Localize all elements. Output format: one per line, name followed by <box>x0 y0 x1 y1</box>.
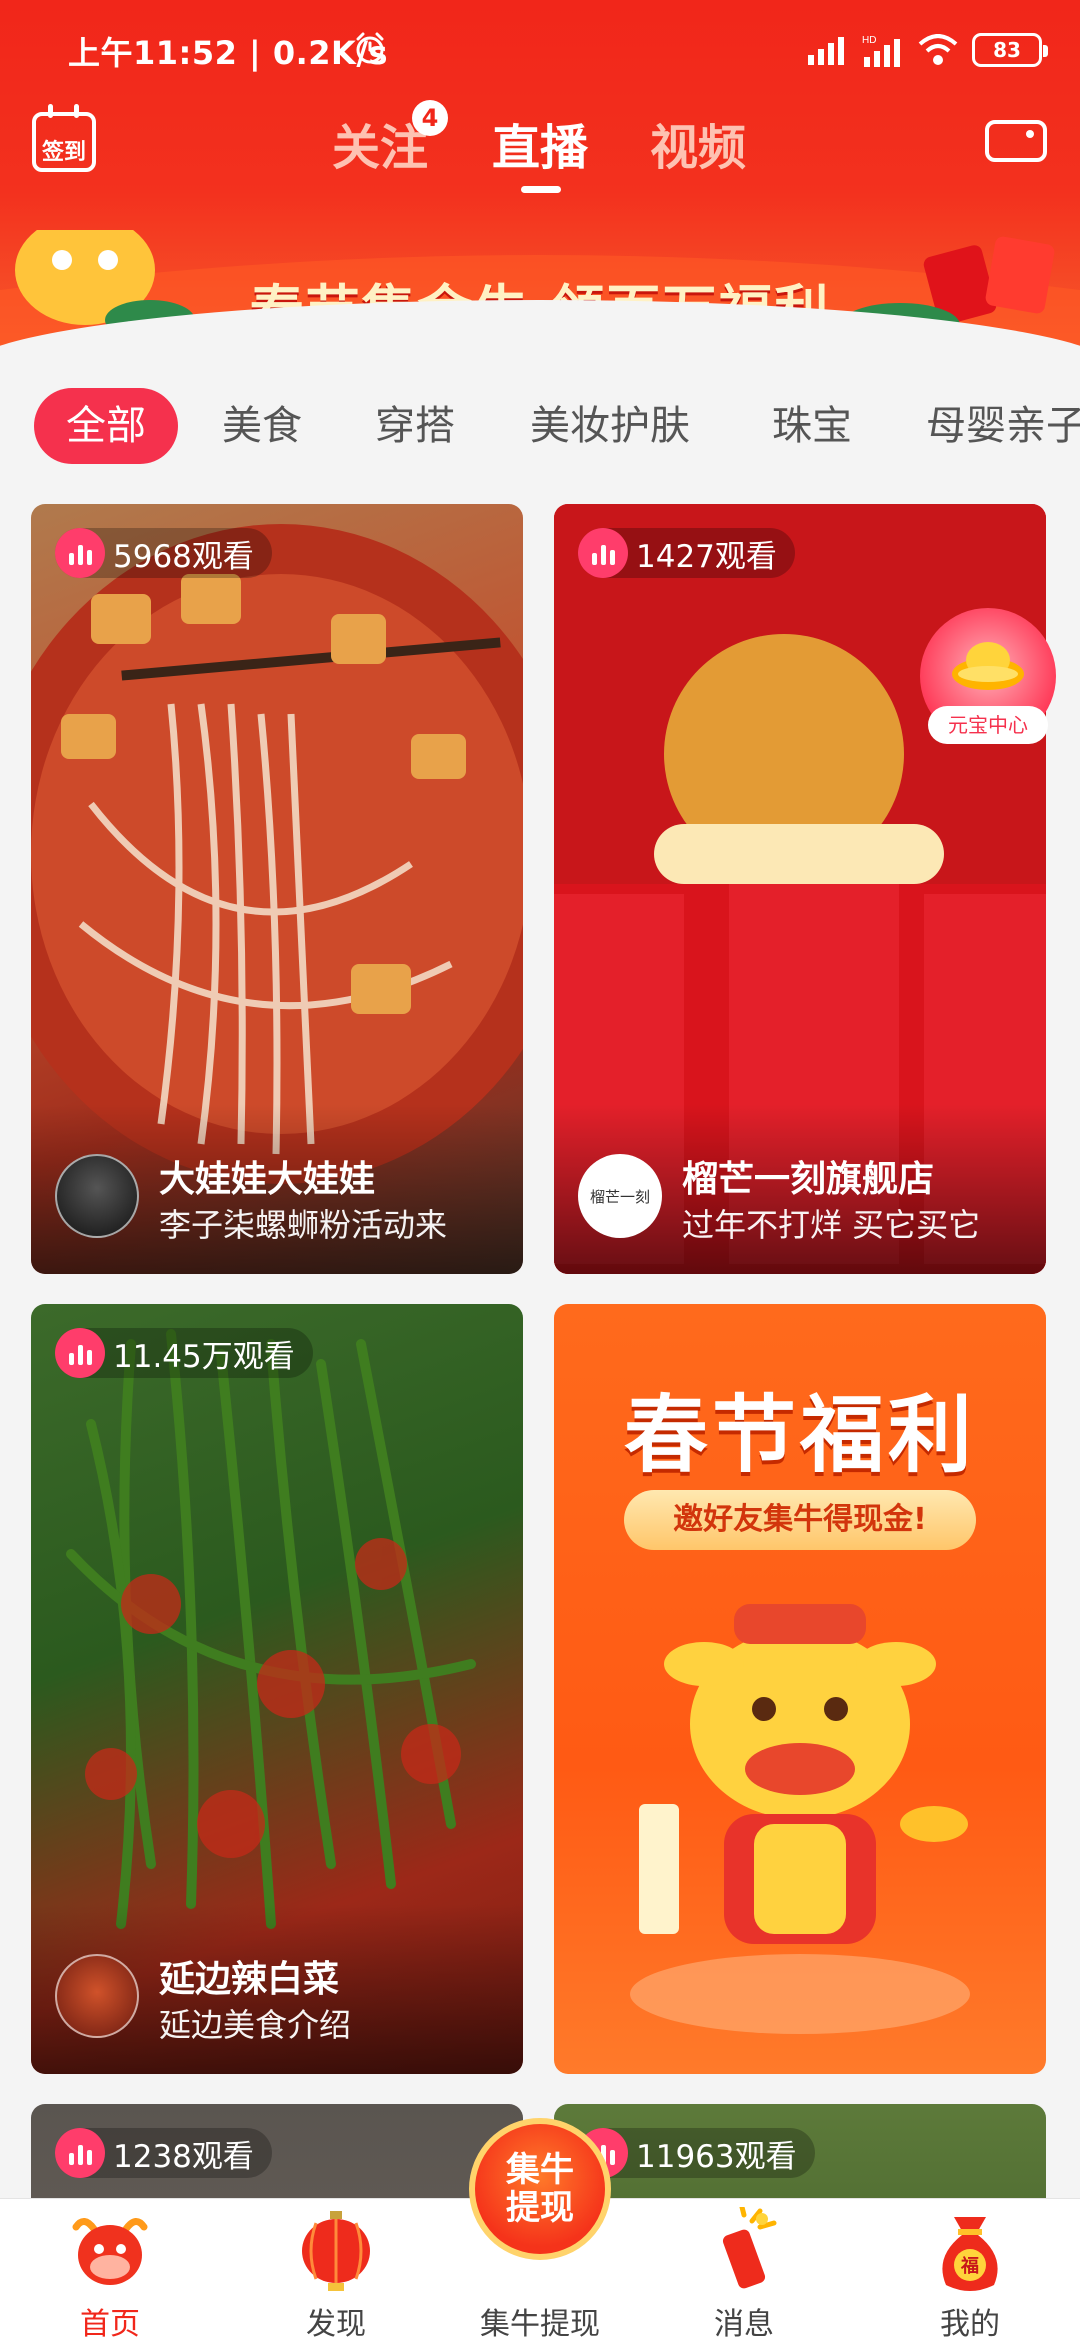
viewer-count: 1238观看 <box>55 2128 272 2178</box>
category-jewelry[interactable]: 珠宝 <box>772 388 852 464</box>
ox-head-icon <box>72 2218 148 2285</box>
live-card[interactable]: 5968观看 大娃娃大娃娃 李子柒螺蛳粉活动来 <box>31 504 523 1274</box>
streamer-name: 大娃娃大娃娃 <box>159 1159 376 1200</box>
live-icon <box>578 528 628 578</box>
viewer-count: 1427观看 <box>578 528 795 578</box>
stream-subtitle: 延边美食介绍 <box>159 2006 352 2044</box>
lantern-icon <box>302 2211 370 2291</box>
live-icon <box>55 2128 105 2178</box>
nav-discover-label: 发现 <box>306 2307 366 2340</box>
viewer-count-text: 11963观看 <box>636 2138 797 2175</box>
promo-title: 春节福利 <box>623 1386 976 1484</box>
category-beauty[interactable]: 美妆护肤 <box>530 388 690 464</box>
avatar[interactable] <box>55 1154 139 1238</box>
promo-ribbon: 邀好友集牛得现金! <box>624 1490 976 1550</box>
tab-video[interactable]: 视频 <box>650 108 746 178</box>
fortune-bag-icon: 福 <box>942 2217 998 2291</box>
stream-subtitle: 李子柒螺蛳粉活动来 <box>159 1206 448 1244</box>
gold-ingot-icon <box>952 642 1024 690</box>
live-icon <box>55 528 105 578</box>
category-mom-baby[interactable]: 母婴亲子 <box>926 388 1080 464</box>
viewer-count: 11963观看 <box>578 2128 815 2178</box>
follow-badge: 4 <box>412 100 448 136</box>
avatar[interactable]: 榴芒一刻 <box>578 1154 662 1238</box>
viewer-count-text: 5968观看 <box>113 538 254 575</box>
signal-icon <box>808 37 844 65</box>
signal-hd-icon: HD <box>862 35 900 67</box>
video-camera-icon[interactable] <box>984 116 1048 164</box>
firecracker-icon <box>722 2207 777 2289</box>
stream-subtitle: 过年不打烊 买它买它 <box>682 1206 981 1244</box>
network-type-label: HD <box>862 35 876 46</box>
category-food[interactable]: 美食 <box>222 388 302 464</box>
nav-profile-label: 我的 <box>940 2307 1000 2340</box>
active-tab-indicator <box>521 186 561 193</box>
banner-title[interactable]: 春节集金牛 领百万福利 <box>0 266 1080 345</box>
viewer-count: 5968观看 <box>55 528 272 578</box>
nav-home-label: 首页 <box>80 2307 140 2340</box>
avatar-label: 榴芒一刻 <box>589 1187 650 1206</box>
status-icons: HD 83 <box>806 30 1048 70</box>
battery-level: 83 <box>993 38 1021 62</box>
category-all[interactable]: 全部 <box>34 388 178 464</box>
yuanbao-center-label[interactable]: 元宝中心 <box>928 706 1048 744</box>
viewer-count-text: 1427观看 <box>636 538 777 575</box>
category-tabs: 全部 美食 穿搭 美妆护肤 珠宝 母婴亲子 <box>0 388 1080 468</box>
battery-indicator: 83 <box>972 33 1048 67</box>
streamer-name: 榴芒一刻旗舰店 <box>682 1159 935 1200</box>
collect-ox-withdraw-button[interactable]: 集牛 提现 <box>469 2118 611 2260</box>
live-icon <box>55 1328 105 1378</box>
viewer-count-text: 1238观看 <box>113 2138 254 2175</box>
nav-collect-ox-label: 集牛提现 <box>480 2307 600 2340</box>
streamer-name: 延边辣白菜 <box>159 1959 340 2000</box>
top-tabs: 关注 直播 视频 <box>0 108 1080 178</box>
svg-text:福: 福 <box>960 2255 979 2277</box>
header: 上午11:52 | 0.2K/s HD 83 签到 关注 直播 视频 4 春节集… <box>0 0 1080 350</box>
status-time-speed: 上午11:52 | 0.2K/s <box>68 34 389 72</box>
viewer-count: 11.45万观看 <box>55 1328 313 1378</box>
center-button-line1: 集牛 <box>506 2150 574 2190</box>
tab-live[interactable]: 直播 <box>492 108 588 178</box>
avatar[interactable] <box>55 1954 139 2038</box>
status-bar: 上午11:52 | 0.2K/s HD 83 <box>0 22 1080 78</box>
viewer-count-text: 11.45万观看 <box>113 1338 295 1375</box>
live-card[interactable]: 11.45万观看 延边辣白菜 延边美食介绍 <box>31 1304 523 2074</box>
alarm-icon <box>356 32 384 64</box>
category-outfit[interactable]: 穿搭 <box>375 388 455 464</box>
wifi-icon <box>918 34 958 65</box>
center-button-line2: 提现 <box>506 2188 574 2228</box>
nav-messages-label: 消息 <box>714 2307 774 2340</box>
spring-festival-promo-card[interactable]: 春节福利 邀好友集牛得现金! <box>554 1304 1046 2074</box>
